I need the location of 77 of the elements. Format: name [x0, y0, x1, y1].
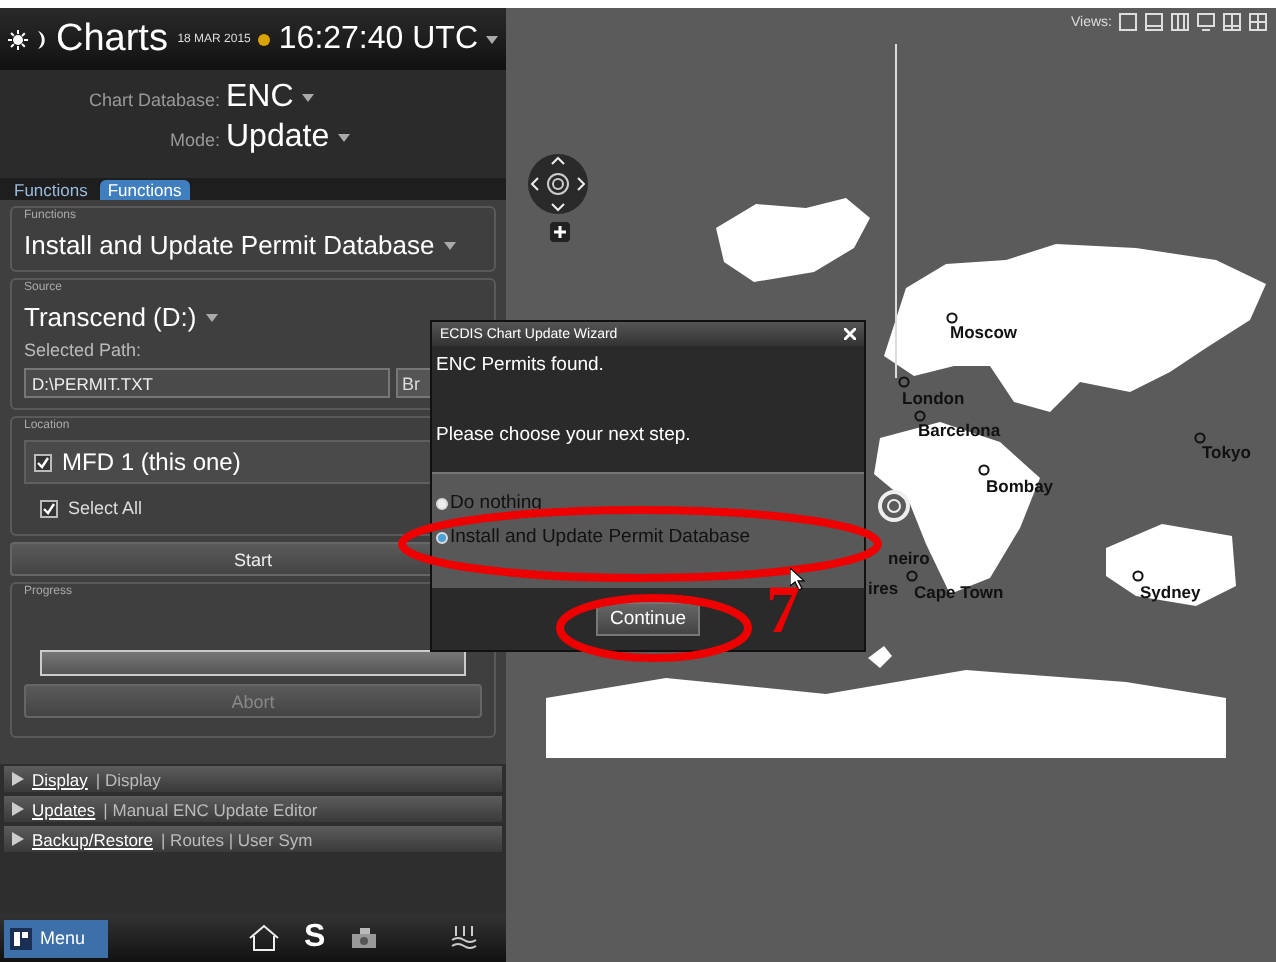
checkbox-label: MFD 1 (this one) [62, 448, 241, 476]
city-marker-icon [898, 376, 910, 388]
layout-icon[interactable] [1196, 12, 1216, 32]
city-label: London [902, 388, 965, 408]
checkbox[interactable] [40, 499, 58, 517]
target-icon [876, 488, 912, 524]
city-marker-icon [946, 312, 958, 324]
dialog-prompt: Please choose your next step. [434, 424, 693, 446]
zoom-in-icon[interactable] [550, 222, 570, 242]
expand-icon [12, 772, 24, 786]
radio-button[interactable] [436, 497, 448, 509]
city-label: Tokyo [1202, 442, 1251, 462]
continue-button[interactable]: Continue [595, 602, 701, 636]
section-title[interactable]: Updates [32, 799, 96, 819]
section-links[interactable]: | Routes | User Sym [160, 829, 313, 849]
setting-dropdown[interactable]: ENC [226, 80, 314, 116]
city-marker-icon [906, 570, 918, 582]
section-links[interactable]: | Display [95, 769, 161, 789]
logo-icon [10, 927, 32, 949]
caret-icon [206, 313, 219, 321]
layout-icon[interactable] [1222, 12, 1242, 32]
section-header[interactable]: Display | Display [4, 766, 502, 792]
app-title: Charts [56, 17, 168, 61]
dialog-message: ENC Permits found. [434, 354, 606, 376]
city-label: ires [868, 578, 899, 598]
step-number: 7 [766, 578, 800, 646]
checkbox[interactable] [34, 453, 52, 471]
expand-icon [12, 802, 24, 816]
city-label: neiro [888, 548, 930, 568]
layout-icon[interactable] [1118, 12, 1138, 32]
layout-icon[interactable] [1170, 12, 1190, 32]
section-header[interactable]: Updates | Manual ENC Update Editor [4, 796, 502, 822]
city-marker-icon [914, 410, 926, 422]
browse-button[interactable]: Br [396, 368, 432, 398]
pan-control[interactable] [526, 152, 590, 216]
city-label: Sydney [1140, 582, 1201, 602]
section-title[interactable]: Display [32, 769, 88, 789]
setting-label: Mode: [167, 130, 220, 150]
cursor-icon [790, 568, 806, 590]
status-dot-icon [258, 33, 271, 45]
caret-icon [337, 134, 350, 142]
check-icon [42, 501, 56, 515]
panel-tab[interactable]: Functions [99, 180, 190, 200]
clock-text: 16:27:40 UTC [278, 21, 478, 57]
check-icon [36, 455, 50, 469]
home-icon[interactable] [248, 924, 280, 952]
caret-icon [486, 35, 498, 43]
moon-icon[interactable] [36, 29, 48, 49]
close-icon[interactable] [844, 328, 856, 340]
city-marker-icon [1132, 570, 1144, 582]
radio-button[interactable] [436, 531, 448, 543]
panel-tab[interactable]: Functions [6, 180, 96, 200]
section-links[interactable]: | Manual ENC Update Editor [103, 799, 318, 819]
layout-icon[interactable] [1248, 12, 1268, 32]
field-label: Selected Path: [24, 340, 142, 360]
setting-label: Chart Database: [86, 90, 220, 110]
function-dropdown[interactable]: Install and Update Permit Database [24, 230, 457, 260]
expand-icon [12, 832, 24, 846]
path-field[interactable]: D:\PERMIT.TXT [24, 368, 390, 398]
checkbox-label: Select All [68, 498, 143, 518]
city-label: Cape Town [914, 582, 1004, 602]
caret-icon [301, 94, 314, 102]
section-title[interactable]: Backup/Restore [32, 829, 153, 849]
landmass [1106, 524, 1236, 606]
setting-dropdown[interactable]: Update [226, 120, 350, 156]
city-marker-icon [1194, 432, 1206, 444]
sun-icon[interactable] [8, 29, 28, 49]
shortcut-key[interactable]: S [304, 920, 326, 956]
menu-button[interactable]: Menu [4, 919, 108, 957]
city-marker-icon [978, 464, 990, 476]
drive-dropdown[interactable]: Transcend (D:) [24, 302, 219, 332]
section-header[interactable]: Backup/Restore | Routes | User Sym [4, 826, 502, 852]
layout-icon[interactable] [1144, 12, 1164, 32]
city-label: Moscow [950, 322, 1018, 342]
camera-icon[interactable] [349, 926, 378, 950]
caret-icon [444, 241, 457, 249]
waves-icon[interactable] [449, 926, 478, 950]
